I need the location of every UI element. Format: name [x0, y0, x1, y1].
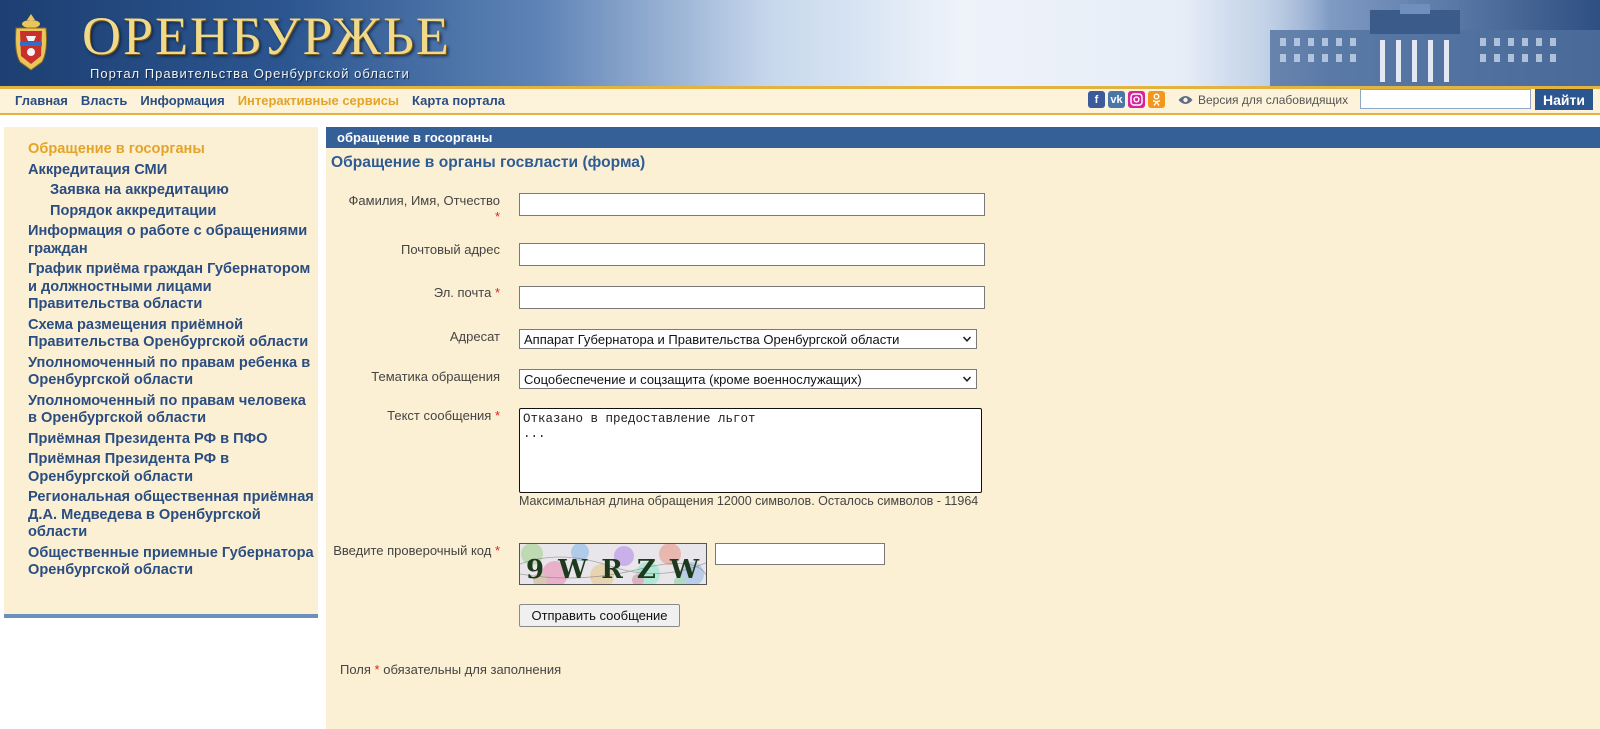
chevron-down-icon — [962, 336, 972, 342]
nav-links: Главная Власть Информация Интерактивные … — [15, 93, 505, 108]
fio-input[interactable] — [519, 193, 985, 216]
accessibility-version-label: Версия для слабовидящих — [1198, 93, 1349, 107]
sidebar-item-appeal-to-authorities[interactable]: Обращение в госорганы — [28, 141, 318, 159]
sidebar-item-medvedev-reception[interactable]: Региональная общественная приёмная Д.А. … — [28, 489, 318, 542]
fio-label: Фамилия, Имя, Отчество * — [348, 193, 500, 224]
captcha-input[interactable] — [715, 543, 885, 565]
sidebar-item-reception-schedule[interactable]: График приёма граждан Губернатором и дол… — [28, 261, 318, 314]
required-mark: * — [494, 209, 500, 224]
instagram-icon[interactable] — [1128, 91, 1145, 108]
captcha-label: Введите проверочный код * — [333, 543, 500, 558]
sidebar-item-human-rights-ombudsman[interactable]: Уполномоченный по правам человека в Орен… — [28, 393, 318, 428]
email-label: Эл. почта * — [433, 285, 500, 300]
site-title[interactable]: ОРЕНБУРЖЬЕ — [82, 6, 451, 66]
nav-item-information[interactable]: Информация — [140, 93, 224, 108]
nav-item-interactive-services[interactable]: Интерактивные сервисы — [238, 93, 399, 108]
facebook-icon[interactable]: f — [1088, 91, 1105, 108]
sidebar-item-president-reception-region[interactable]: Приёмная Президента РФ в Оренбургской об… — [28, 451, 318, 486]
captcha-image: 9WRZW — [519, 543, 707, 585]
nav-item-government[interactable]: Власть — [81, 93, 127, 108]
search-button[interactable]: Найти — [1535, 89, 1593, 110]
message-label: Текст сообщения * — [387, 408, 500, 423]
sidebar-item-president-reception-pfo[interactable]: Приёмная Президента РФ в ПФО — [28, 431, 318, 449]
site-subtitle: Портал Правительства Оренбургской област… — [90, 66, 410, 81]
email-input[interactable] — [519, 286, 985, 309]
sidebar-bottom-border — [4, 614, 318, 618]
sidebar-item-reception-location[interactable]: Схема размещения приёмной Правительства … — [28, 317, 318, 352]
header-banner: ОРЕНБУРЖЬЕ Портал Правительства Оренбург… — [0, 0, 1600, 88]
recipient-selected-value: Аппарат Губернатора и Правительства Орен… — [524, 331, 900, 347]
eye-icon — [1178, 96, 1193, 104]
sidebar-menu: Обращение в госорганы Аккредитация СМИ З… — [28, 141, 318, 583]
main-content: обращение в госорганы Обращение в органы… — [326, 127, 1600, 729]
required-mark: * — [374, 662, 380, 677]
top-navigation: Главная Власть Информация Интерактивные … — [0, 89, 1600, 115]
submit-button[interactable]: Отправить сообщение — [519, 604, 680, 627]
captcha-noise: 9WRZW — [520, 544, 707, 585]
captcha-text: 9WRZW — [526, 555, 707, 585]
sidebar-item-governor-receptions[interactable]: Общественные приемные Губернатора Оренбу… — [28, 545, 318, 580]
sidebar: Обращение в госорганы Аккредитация СМИ З… — [4, 127, 318, 615]
sidebar-item-accreditation-request[interactable]: Заявка на аккредитацию — [28, 182, 318, 200]
social-links: f vk — [1088, 91, 1165, 108]
form-title: Обращение в органы госвласти (форма) — [331, 154, 646, 171]
message-textarea[interactable]: Отказано в предоставление льгот ... — [519, 408, 982, 493]
vk-icon[interactable]: vk — [1108, 91, 1125, 108]
required-mark: * — [494, 543, 500, 558]
sidebar-item-appeals-info[interactable]: Информация о работе с обращениями гражда… — [28, 223, 318, 258]
sidebar-item-child-rights-ombudsman[interactable]: Уполномоченный по правам ребенка в Оренб… — [28, 355, 318, 390]
recipient-label: Адресат — [449, 329, 500, 344]
recipient-select[interactable]: Аппарат Губернатора и Правительства Орен… — [519, 329, 977, 349]
sidebar-item-accreditation-procedure[interactable]: Порядок аккредитации — [28, 203, 318, 221]
topic-select[interactable]: Соцобеспечение и соцзащита (кроме военно… — [519, 369, 977, 389]
nav-item-site-map[interactable]: Карта портала — [412, 93, 505, 108]
accessibility-version-link[interactable]: Версия для слабовидящих — [1178, 93, 1348, 107]
address-input[interactable] — [519, 243, 985, 266]
government-building-image — [1240, 0, 1600, 86]
nav-item-main[interactable]: Главная — [15, 93, 68, 108]
odnoklassniki-icon[interactable] — [1148, 91, 1165, 108]
topic-label: Тематика обращения — [371, 369, 500, 384]
sidebar-item-media-accreditation[interactable]: Аккредитация СМИ — [28, 162, 318, 180]
message-length-hint: Максимальная длина обращения 12000 симво… — [519, 494, 979, 508]
required-mark: * — [494, 408, 500, 423]
required-mark: * — [494, 285, 500, 300]
search-input[interactable] — [1360, 89, 1531, 109]
chevron-down-icon — [962, 376, 972, 382]
required-fields-note: Поля * обязательны для заполнения — [340, 662, 562, 677]
coat-of-arms-icon[interactable] — [8, 12, 54, 72]
topic-selected-value: Соцобеспечение и соцзащита (кроме военно… — [524, 371, 862, 387]
section-header: обращение в госорганы — [326, 127, 1600, 148]
address-label: Почтовый адрес — [401, 242, 500, 257]
